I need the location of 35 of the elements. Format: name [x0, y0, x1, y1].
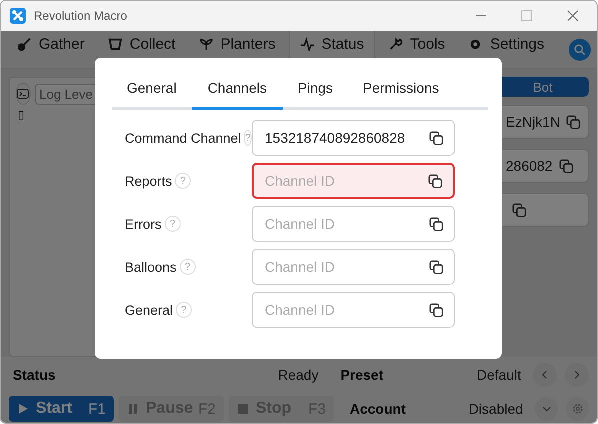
window-title: Revolution Macro [34, 9, 128, 23]
dialog-tab[interactable]: Pings [282, 72, 348, 110]
dialog-tab[interactable]: Channels [192, 72, 283, 110]
status-value: Ready [278, 367, 319, 383]
account-value: Disabled [468, 401, 524, 417]
log-level-dropdown[interactable]: Log Leve [34, 84, 98, 104]
channel-label: Balloons [125, 260, 177, 274]
nav-tab[interactable]: Gather [7, 31, 95, 64]
field-value: 286082 [506, 158, 553, 174]
account-label: Account [350, 401, 406, 417]
nav-tab[interactable]: Tools [378, 31, 456, 64]
start-button[interactable]: Start F1 [9, 396, 114, 422]
channel-id-field[interactable]: Channel ID [252, 292, 455, 328]
help-icon[interactable]: ? [176, 302, 192, 318]
field-value: EzNjk1N [506, 114, 560, 130]
preset-label: Preset [340, 367, 384, 383]
channel-id-field[interactable]: Channel ID [252, 206, 455, 242]
channel-id-field[interactable]: 153218740892860828 [252, 120, 455, 156]
help-icon[interactable]: ? [180, 259, 196, 275]
status-label: Status [13, 367, 56, 383]
dialog-tab[interactable]: General [112, 72, 192, 110]
channel-label: Reports [125, 174, 172, 188]
channel-id-field[interactable]: Channel ID [252, 163, 455, 199]
nav-tab[interactable]: Settings [458, 31, 555, 64]
help-icon[interactable]: ? [175, 173, 192, 189]
cursor-glyph: ▯ [18, 108, 25, 122]
channel-label: Errors [125, 216, 162, 232]
dialog-tab[interactable]: Permissions [348, 72, 454, 110]
nav-tab[interactable]: Collect [98, 31, 186, 64]
preset-value: Default [476, 367, 522, 383]
channel-label: General [125, 302, 174, 318]
channel-id-field[interactable]: Channel ID [252, 249, 455, 285]
help-icon[interactable]: ? [164, 216, 181, 232]
channel-label: Command Channel [125, 130, 242, 146]
nav-tab[interactable]: Planters [188, 31, 286, 64]
